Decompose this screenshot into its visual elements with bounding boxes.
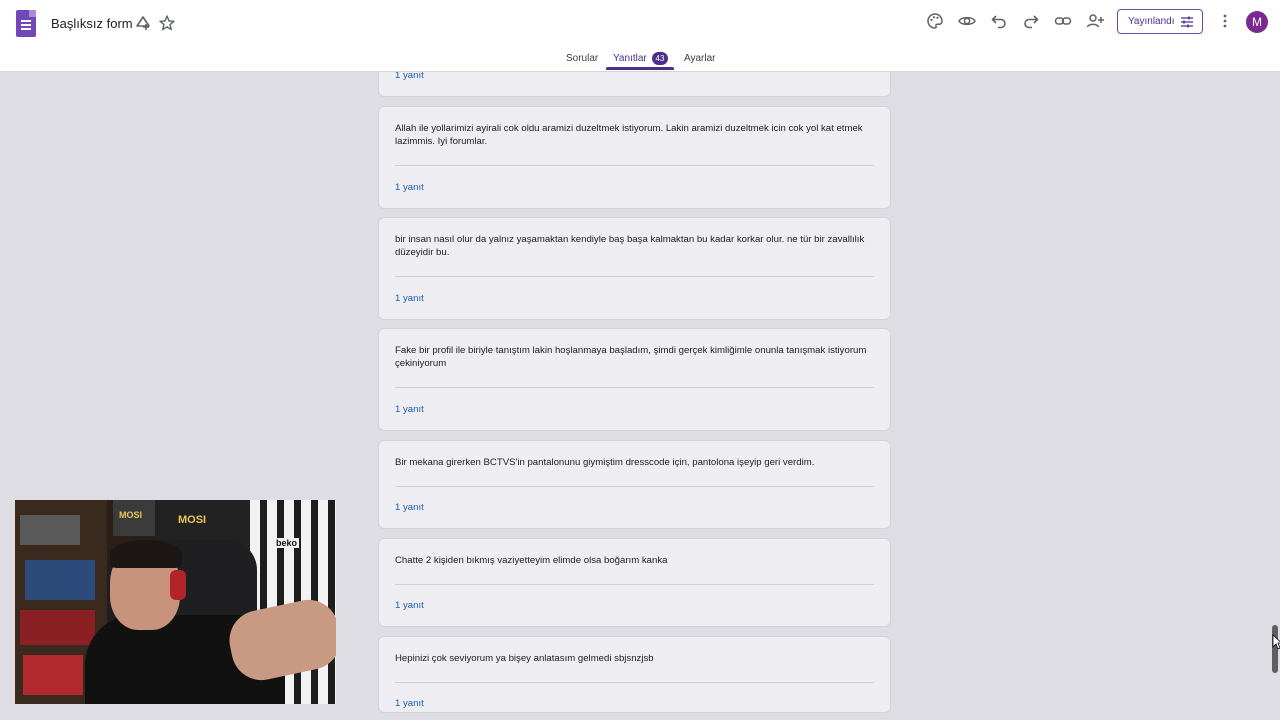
published-label: Yayınlandı xyxy=(1128,16,1175,27)
response-text: Hepinizi çok seviyorum ya bişey anlatası… xyxy=(395,653,654,664)
undo-icon[interactable] xyxy=(989,11,1009,31)
response-card: Chatte 2 kişiden bıkmış vaziyetteyim eli… xyxy=(378,538,891,627)
response-count-link[interactable]: 1 yanıt xyxy=(395,600,424,611)
preview-eye-icon[interactable] xyxy=(957,11,977,31)
tab-responses[interactable]: Yanıtlar xyxy=(613,53,647,64)
card-divider xyxy=(395,165,874,166)
active-tab-indicator xyxy=(606,67,674,70)
tab-questions[interactable]: Sorular xyxy=(566,53,598,64)
move-to-folder-icon[interactable] xyxy=(134,14,152,32)
palette-icon[interactable] xyxy=(925,11,945,31)
add-collaborator-icon[interactable] xyxy=(1085,11,1105,31)
poster-text: MOSI xyxy=(178,514,207,526)
response-text: Fake bir profil ile biriyle tanıştım lak… xyxy=(395,345,867,369)
response-text: Chatte 2 kişiden bıkmış vaziyetteyim eli… xyxy=(395,555,668,566)
more-vert-icon[interactable] xyxy=(1215,11,1235,31)
response-text: bir insan nasıl olur da yalnız yaşamakta… xyxy=(395,234,865,258)
google-forms-icon[interactable] xyxy=(16,10,36,37)
person-hair xyxy=(110,540,182,568)
poster-text: MOSI xyxy=(119,510,143,520)
response-card: bir insan nasıl olur da yalnız yaşamakta… xyxy=(378,217,891,320)
response-text: Allah ile yollarimizi ayirali cok oldu a… xyxy=(395,123,863,147)
shelf-box xyxy=(20,610,95,645)
response-count-link[interactable]: 1 yanıt xyxy=(395,182,424,193)
card-divider xyxy=(395,486,874,487)
responses-count-badge: 43 xyxy=(652,52,668,65)
response-card: Fake bir profil ile biriyle tanıştım lak… xyxy=(378,328,891,431)
top-bar: Başlıksız form Yayınlandı M Sorular Yanı… xyxy=(0,0,1280,72)
response-text: Bir mekana girerken BCTVS'in pantalonunu… xyxy=(395,457,815,468)
shelf-box xyxy=(23,655,83,695)
card-divider xyxy=(395,387,874,388)
webcam-overlay: MOSI MOSI beko xyxy=(15,500,336,704)
response-count-link[interactable]: 1 yanıt xyxy=(395,502,424,513)
tab-settings[interactable]: Ayarlar xyxy=(684,53,716,64)
form-title[interactable]: Başlıksız form xyxy=(51,16,133,31)
response-count-link[interactable]: 1 yanıt xyxy=(395,404,424,415)
card-divider xyxy=(395,584,874,585)
mouse-cursor-icon xyxy=(1272,634,1280,650)
response-card: Bir mekana girerken BCTVS'in pantalonunu… xyxy=(378,440,891,529)
response-count-link[interactable]: 1 yanıt xyxy=(395,698,424,709)
response-count-link[interactable]: 1 yanıt xyxy=(395,293,424,304)
shelf-box xyxy=(25,560,95,600)
redo-icon[interactable] xyxy=(1021,11,1041,31)
card-divider xyxy=(395,682,874,683)
avatar[interactable]: M xyxy=(1246,11,1268,33)
jersey-sponsor-text: beko xyxy=(274,538,300,548)
star-icon[interactable] xyxy=(158,14,176,32)
published-button[interactable]: Yayınlandı xyxy=(1117,9,1203,34)
link-icon[interactable] xyxy=(1053,11,1073,31)
response-card: Allah ile yollarimizi ayirali cok oldu a… xyxy=(378,106,891,209)
shelf-box xyxy=(20,515,80,545)
headset xyxy=(170,570,186,600)
response-card: Hepinizi çok seviyorum ya bişey anlatası… xyxy=(378,636,891,713)
tune-icon xyxy=(1181,16,1193,28)
card-divider xyxy=(395,276,874,277)
